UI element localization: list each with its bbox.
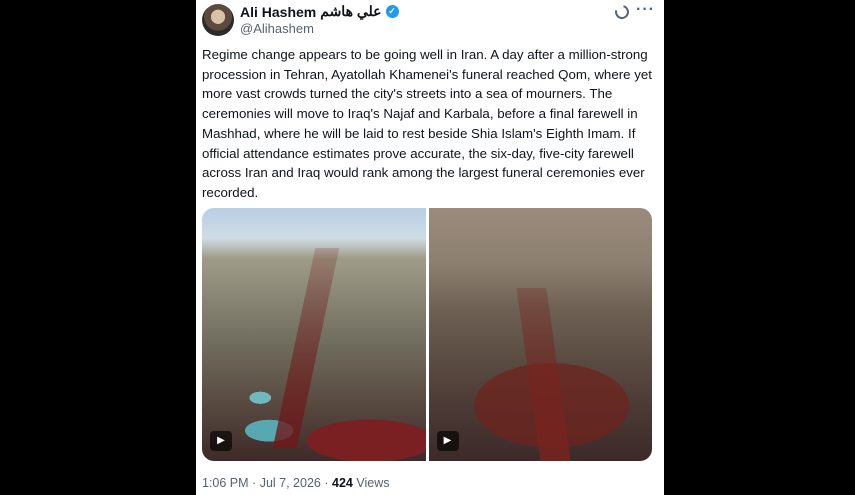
video-thumbnail-qom-aerial[interactable]: ▶ [202,208,426,461]
separator: · [324,476,329,490]
more-icon[interactable]: ··· [636,1,655,19]
tweet-meta: 1:06 PM · Jul 7, 2026 · 424 Views [202,476,389,490]
tweet-time[interactable]: 1:06 PM [202,476,249,490]
play-icon[interactable]: ▶ [436,431,459,451]
views-count: 424 [332,476,353,490]
author-row[interactable]: Ali Hashem علي هاشم ✓ [240,3,399,20]
tweet-date[interactable]: Jul 7, 2026 [260,476,321,490]
tweet-text: Regime change appears to be going well i… [202,47,652,200]
views-label: Views [356,476,390,490]
tweet-card: Ali Hashem علي هاشم ✓ @Alihashem ··· Reg… [196,0,664,495]
grok-icon[interactable] [612,2,632,22]
avatar[interactable] [202,4,234,36]
video-thumbnail-crowd-street[interactable]: ▶ [428,208,652,461]
verified-badge-icon[interactable]: ✓ [385,5,399,18]
display-name[interactable]: Ali Hashem [240,4,316,20]
separator: · [252,476,257,490]
play-icon[interactable]: ▶ [210,431,232,451]
media-grid[interactable]: ▶ ▶ [202,208,652,461]
arabic-name[interactable]: علي هاشم [320,3,381,20]
handle[interactable]: @Alihashem [240,21,314,36]
